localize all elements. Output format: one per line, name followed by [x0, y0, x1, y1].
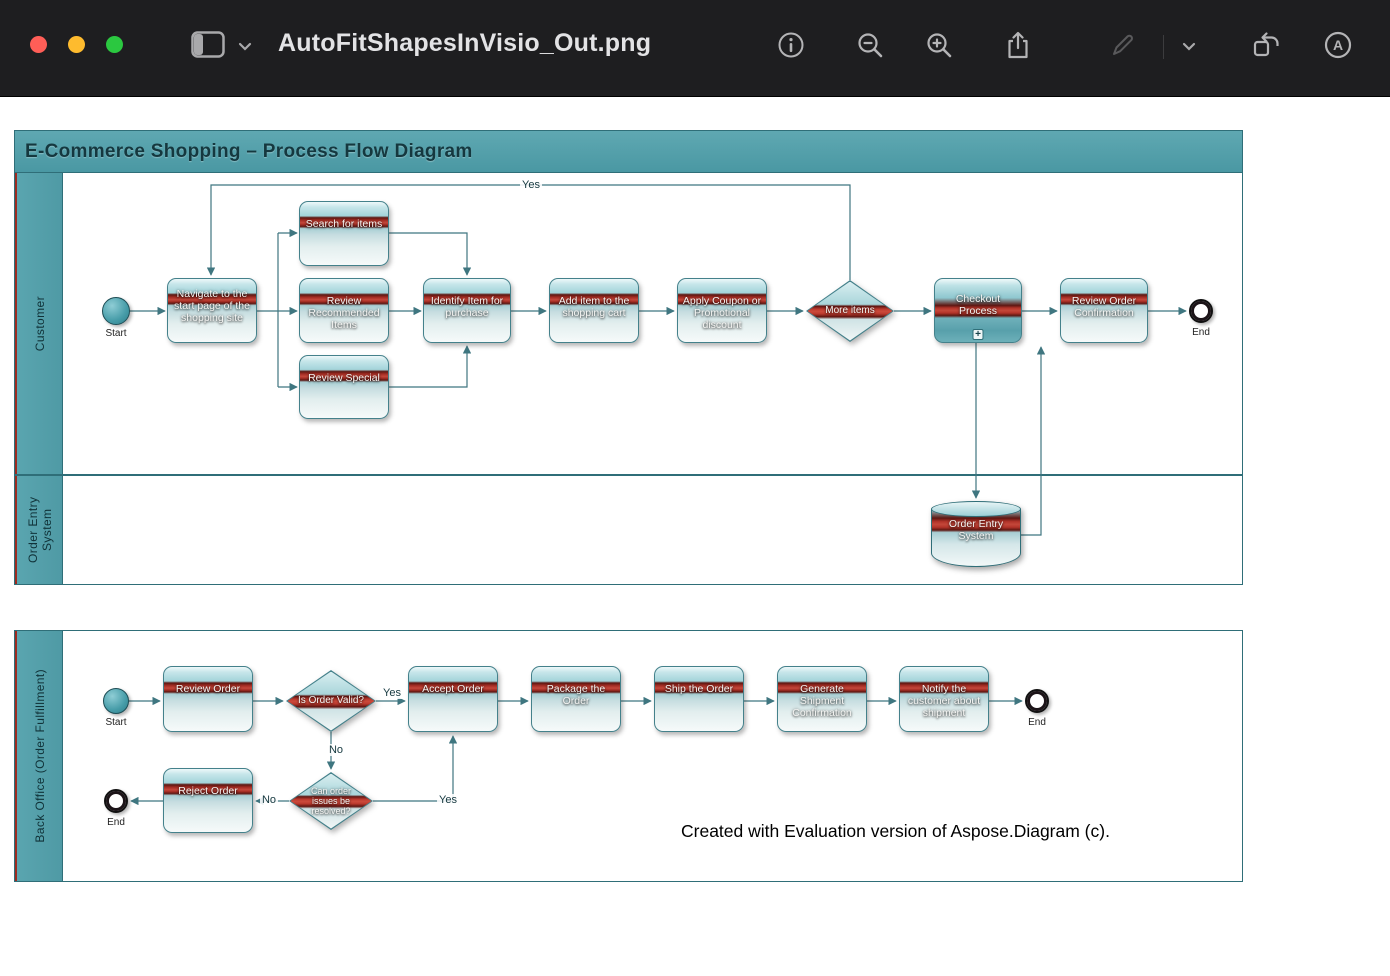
- evaluation-watermark: Created with Evaluation version of Aspos…: [681, 821, 1110, 842]
- task-apply-coupon: Apply Coupon or Promotional discount: [677, 278, 767, 343]
- task-reject-order: Reject Order: [163, 768, 253, 833]
- markup-menu-button[interactable]: [1180, 29, 1198, 65]
- zoom-in-icon: [924, 30, 954, 65]
- end-label: End: [1181, 327, 1221, 338]
- gateway-issues-resolved: Can order issues be resolved?: [289, 772, 373, 830]
- gateway-more-items: More items: [806, 280, 894, 342]
- task-review-order: Review Order: [163, 666, 253, 732]
- datastore-order-entry: Order Entry System: [931, 501, 1021, 567]
- rotate-button[interactable]: [1251, 29, 1283, 65]
- edge-label-yes: Yes: [381, 687, 403, 699]
- task-package-order: Package the Order: [531, 666, 621, 732]
- share-icon: [1005, 30, 1031, 65]
- task-accept-order: Accept Order: [408, 666, 498, 732]
- task-add-item: Add item to the shopping cart: [549, 278, 639, 343]
- end-event: [1189, 299, 1213, 323]
- edge-label-no: No: [327, 744, 345, 756]
- circled-a-icon: A: [1323, 30, 1353, 65]
- edge-label-yes: Yes: [437, 794, 459, 806]
- task-notify-customer: Notify the customer about shipment: [899, 666, 989, 732]
- window-title: AutoFitShapesInVisio_Out.png: [278, 29, 651, 58]
- subprocess-checkout: Checkout Process +: [934, 278, 1022, 343]
- end-event: [1025, 689, 1049, 713]
- minimize-button[interactable]: [68, 36, 85, 53]
- zoom-out-icon: [855, 30, 885, 65]
- close-button[interactable]: [30, 36, 47, 53]
- preview-window: AutoFitShapesInVisio_Out.png: [0, 0, 1390, 976]
- start-event: [102, 297, 130, 325]
- task-review-special: Review Special: [299, 355, 389, 419]
- svg-text:A: A: [1333, 37, 1343, 53]
- zoom-out-button[interactable]: [854, 29, 886, 65]
- connector: [389, 233, 467, 275]
- sidebar-toggle-button[interactable]: [190, 29, 226, 65]
- zoom-window-button[interactable]: [106, 36, 123, 53]
- markup-pen-icon: [1109, 31, 1137, 64]
- task-review-recommended: Review Recommended Items: [299, 278, 389, 343]
- chevron-down-icon: [1182, 38, 1196, 56]
- share-button[interactable]: [1002, 29, 1034, 65]
- task-review-confirmation: Review Order Confirmation: [1060, 278, 1148, 343]
- sidebar-menu-button[interactable]: [236, 29, 254, 65]
- connector: [389, 346, 467, 387]
- connectors-svg: [15, 131, 1244, 584]
- end-label: End: [1017, 717, 1057, 728]
- start-label: Start: [96, 328, 136, 339]
- connector: [373, 736, 453, 801]
- end-label: End: [96, 817, 136, 828]
- task-ship-order: Ship the Order: [654, 666, 744, 732]
- annotate-button[interactable]: A: [1322, 29, 1354, 65]
- connector: [1021, 347, 1041, 535]
- start-event: [103, 688, 129, 714]
- toolbar-divider: [1163, 35, 1164, 59]
- rotate-icon: [1252, 31, 1282, 64]
- chevron-down-icon: [238, 38, 252, 56]
- end-event: [104, 789, 128, 813]
- task-generate-confirmation: Generate Shipment Confirmation: [777, 666, 867, 732]
- flow-diagram-main: E-Commerce Shopping – Process Flow Diagr…: [14, 130, 1243, 585]
- task-search: Search for items: [299, 201, 389, 266]
- markup-button[interactable]: [1107, 29, 1139, 65]
- start-label: Start: [96, 717, 136, 728]
- gateway-is-order-valid: Is Order Valid?: [286, 670, 376, 732]
- window-toolbar: AutoFitShapesInVisio_Out.png: [0, 0, 1390, 97]
- flow-diagram-back-office: Back Office (Order Fulfillment): [14, 630, 1243, 882]
- edge-label-yes: Yes: [520, 179, 542, 191]
- task-navigate: Navigate to the start page of the shoppi…: [167, 278, 257, 343]
- sidebar-icon: [191, 31, 225, 63]
- info-button[interactable]: [775, 29, 807, 65]
- document-canvas: E-Commerce Shopping – Process Flow Diagr…: [0, 97, 1390, 976]
- info-icon: [777, 31, 805, 64]
- subprocess-plus-icon: +: [973, 329, 984, 340]
- task-identify-item: Identify Item for purchase: [423, 278, 511, 343]
- zoom-in-button[interactable]: [923, 29, 955, 65]
- edge-label-no: No: [260, 794, 278, 806]
